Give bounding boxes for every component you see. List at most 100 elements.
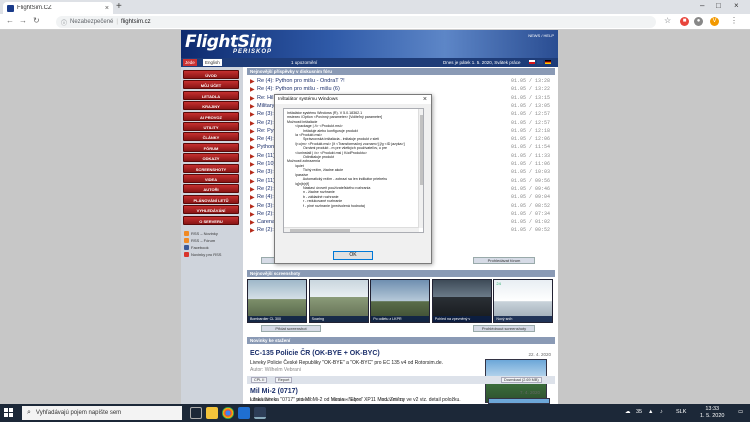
screenshot-thumbnail[interactable]: Pohled na zpevněný v (431, 279, 492, 323)
screenshots-heading: Nejnovější screenshoty (247, 270, 555, 277)
sidebar-menu-item[interactable]: SCREENSHOTY (183, 163, 239, 173)
sidebar-menu-item[interactable]: LETADLA (183, 90, 239, 100)
tab-close-icon[interactable]: × (105, 5, 109, 12)
forum-row-title[interactable]: Re (3): (257, 169, 274, 175)
flag-uk-icon[interactable] (537, 60, 543, 64)
chrome-icon[interactable] (222, 407, 234, 419)
sidebar-menu-item[interactable]: MŮJ ÚČET (183, 80, 239, 90)
dialog-close-icon[interactable]: × (423, 95, 427, 104)
forum-row-title[interactable]: Re (2): (257, 211, 274, 217)
forum-row-title[interactable]: Re (4): Python pro mišu - OndraT ?! (257, 78, 345, 84)
minimize-icon[interactable]: – (700, 1, 704, 10)
clock[interactable]: 13:33 1. 5. 2020 (700, 406, 724, 420)
forum-row-title[interactable]: Military (257, 103, 274, 109)
weather-icon[interactable]: ☁ (625, 409, 631, 415)
maximize-icon[interactable]: □ (716, 1, 721, 10)
forum-row-title[interactable]: Re (10) (257, 161, 275, 167)
feed-link[interactable]: RSS – Fórum (184, 238, 215, 243)
lang-switch-en[interactable]: English (203, 59, 222, 66)
forum-row-title[interactable]: Re (11) (257, 153, 275, 159)
reload-icon[interactable]: ↻ (33, 16, 40, 25)
forum-row-title[interactable]: Re: Hil (257, 95, 274, 101)
forum-row-title[interactable]: Python (257, 144, 274, 150)
forward-icon[interactable]: → (19, 16, 27, 25)
sidebar-menu-item[interactable]: PLÁNOVÁNÍ LETŮ (183, 194, 239, 204)
file-explorer-icon[interactable] (206, 407, 218, 419)
news-title[interactable]: EC-135 Policie ČR (OK-BYE + OK-BYC) (250, 350, 380, 357)
news-author[interactable]: Autor: Wilhelm Vebrani (250, 367, 301, 373)
browser-tab[interactable]: FlightSim.CZ × (3, 2, 113, 14)
screenshot-thumbnail[interactable]: Soaring (308, 279, 369, 323)
dialog-text-area[interactable]: Inštalátor systému Windows (R). V 5.0.18… (283, 108, 424, 233)
sidebar-menu-item[interactable]: ODKAZY (183, 153, 239, 163)
tag-cpl[interactable]: CPL II (251, 377, 268, 383)
new-tab-button[interactable]: + (116, 1, 122, 12)
sidebar-menu-item[interactable]: ČLÁNKY (183, 132, 239, 142)
tag-report[interactable]: Report (275, 377, 293, 383)
notifications-link[interactable]: 1 upozornění (291, 60, 317, 65)
browse-screenshots-button[interactable]: Prohlédnout screenshoty (473, 325, 535, 332)
forum-row-title[interactable]: Re: Pyt (257, 128, 275, 134)
volume-icon[interactable]: ♪ (660, 409, 663, 415)
flag-cz-icon[interactable] (529, 60, 535, 64)
flag-de-icon[interactable] (545, 60, 551, 64)
network-icon[interactable]: ▲ (648, 409, 653, 415)
forum-row-date: 01.05 / 10:03 (510, 169, 550, 176)
forum-row-title[interactable]: Re (2): (257, 120, 274, 126)
url-text[interactable]: flightsim.cz (121, 19, 151, 25)
taskbar-search[interactable]: ⌕ Vyhľadávajú pojem napíšte sem (22, 406, 182, 420)
sidebar-menu-item[interactable]: VYHLEDÁVÁNÍ (183, 205, 239, 215)
forum-row-title[interactable]: Re (11) (257, 178, 275, 184)
installer-app-icon[interactable] (254, 407, 266, 419)
screenshot-thumbnail[interactable]: Po odletu z LKPR (370, 279, 431, 323)
close-window-icon[interactable]: × (734, 1, 739, 10)
notifications-icon[interactable]: ▭ (738, 409, 743, 415)
banner-links[interactable]: NEWS / HELP (528, 33, 554, 38)
sidebar-menu-item[interactable]: UTILITY (183, 122, 239, 131)
screenshot-thumbnail[interactable]: Nový sníh 24 (493, 279, 554, 323)
forum-search-button[interactable]: Prohledávat fórum (473, 257, 535, 264)
forum-row-title[interactable]: Re (2): (257, 186, 274, 192)
sidebar-menu-item[interactable]: AUTOŘI (183, 184, 239, 194)
forum-row-title[interactable]: Re (4): Python pro mišu - mišu (6) (257, 86, 340, 92)
weather-temp: 35 (636, 409, 643, 415)
browser-menu-icon[interactable]: ⋮ (730, 16, 738, 25)
lang-switch-cz[interactable]: Jede (183, 59, 197, 66)
dialog-ok-button[interactable]: OK (333, 251, 373, 260)
forum-row-title[interactable]: Re (4): (257, 136, 274, 142)
feed-label: Facebook (191, 245, 209, 250)
download-button[interactable]: Download (2.69 MB) (501, 377, 542, 383)
sidebar-menu-item[interactable]: KRAJINY (183, 101, 239, 111)
forum-row-title[interactable]: Re (4): (257, 194, 274, 200)
screenshot-thumbnail[interactable]: Bombardier CL 300 (247, 279, 307, 323)
sidebar-menu-item[interactable]: AI PROVOZ (183, 111, 239, 121)
feed-link[interactable]: Novinky pro RSS (184, 252, 221, 257)
back-icon[interactable]: ← (6, 16, 14, 25)
sidebar-menu-item[interactable]: FÓRUM (183, 142, 239, 152)
forum-row-title[interactable]: Re (2): (257, 227, 274, 233)
language-indicator[interactable]: SLK (676, 409, 686, 415)
feed-link[interactable]: Facebook (184, 245, 209, 250)
edge-icon[interactable] (238, 407, 250, 419)
omnibox[interactable]: ⓘ Nezabezpečené | flightsim.cz (56, 16, 656, 28)
forum-row-title[interactable]: Re (3): (257, 203, 274, 209)
feed-link[interactable]: RSS – Novinky (184, 231, 218, 236)
sidebar-menu-item[interactable]: VIDEA (183, 174, 239, 183)
forum-row-date: 01.05 / 12:57 (510, 119, 550, 126)
feed-icon (184, 245, 189, 250)
news-title-2[interactable]: Mil Mi-2 (0717) (250, 388, 298, 395)
dialog-vertical-scrollbar[interactable] (418, 109, 423, 228)
bookmark-star-icon[interactable]: ☆ (664, 16, 671, 25)
sidebar-menu-item[interactable]: ÚVOD (183, 70, 239, 79)
sidebar-menu-item[interactable]: O SERVERU (183, 215, 239, 225)
task-view-icon[interactable] (190, 407, 202, 419)
forum-row-title[interactable]: Re (3): (257, 111, 274, 117)
add-screenshot-button[interactable]: Přidat screenshot (261, 325, 321, 332)
info-icon[interactable]: ⓘ (61, 18, 67, 27)
forum-row[interactable]: ▶ Re (4): Python pro mišu - OndraT ?! 01.0… (250, 78, 550, 86)
extension-2-icon[interactable]: ● (694, 17, 703, 26)
profile-avatar[interactable]: V (710, 17, 719, 26)
dialog-horizontal-scrollbar[interactable] (284, 227, 419, 232)
extension-icon[interactable]: ■ (680, 17, 689, 26)
windows-start-icon[interactable] (4, 408, 14, 418)
